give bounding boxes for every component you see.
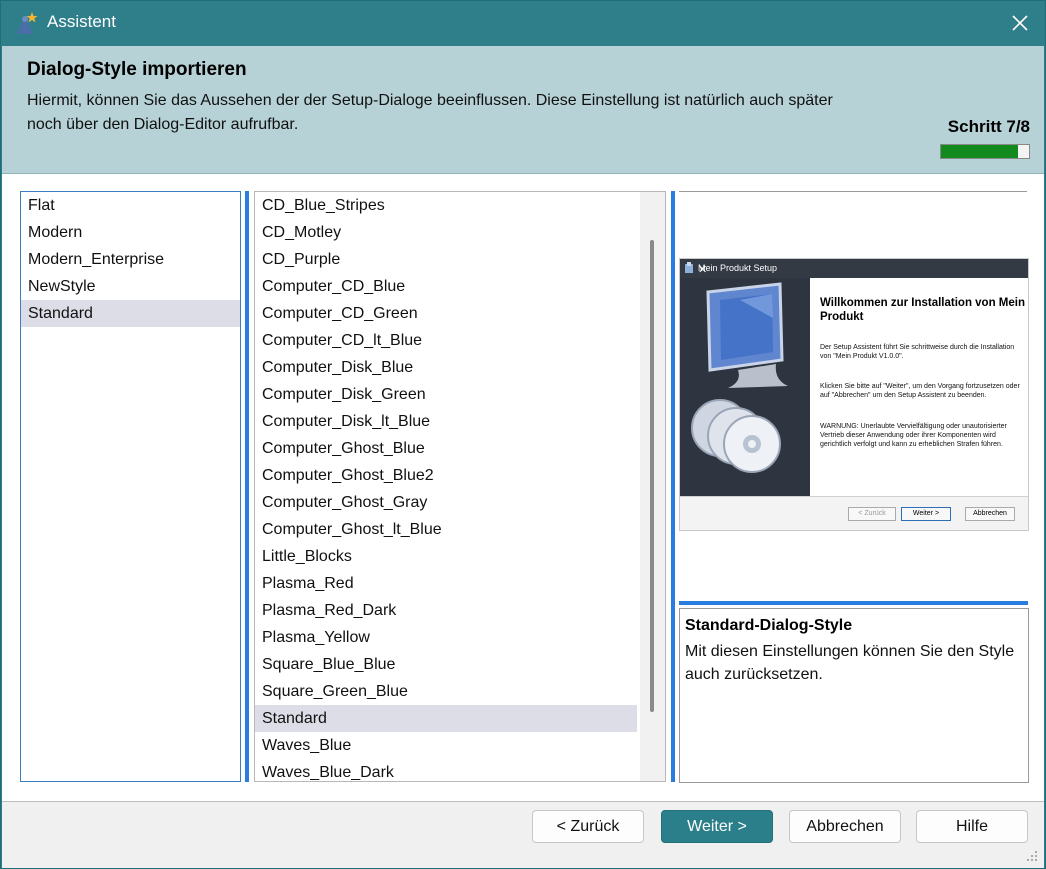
- style-preview: Mein Produkt Setup ✕ Willkommen zur Inst…: [679, 191, 1029, 596]
- cancel-button[interactable]: Abbrechen: [789, 810, 901, 843]
- style-description-box: Standard-Dialog-Style Mit diesen Einstel…: [679, 608, 1029, 783]
- style-list-item[interactable]: Computer_Ghost_Blue2: [255, 462, 637, 489]
- splitter-left[interactable]: [245, 191, 249, 782]
- style-list-item[interactable]: Computer_CD_Blue: [255, 273, 637, 300]
- category-list-item[interactable]: Flat: [21, 192, 240, 219]
- preview-paragraph-1: Der Setup Assistent führt Sie schrittwei…: [820, 344, 1015, 360]
- preview-close-icon: ✕: [698, 264, 708, 276]
- preview-button-bar: < Zurück Weiter > Abbrechen: [680, 496, 1028, 530]
- step-progress-fill: [941, 145, 1018, 158]
- step-progress-bar: [940, 144, 1030, 159]
- preview-heading: Willkommen zur Installation von Mein Pro…: [820, 297, 1026, 323]
- window-title: Assistent: [47, 12, 116, 31]
- style-list-item[interactable]: Computer_Disk_Blue: [255, 354, 637, 381]
- wizard-footer: < Zurück Weiter > Abbrechen Hilfe: [2, 802, 1044, 868]
- help-button[interactable]: Hilfe: [916, 810, 1028, 843]
- style-list-item[interactable]: Computer_CD_lt_Blue: [255, 327, 637, 354]
- style-list-item[interactable]: CD_Motley: [255, 219, 637, 246]
- style-list-item[interactable]: Plasma_Red: [255, 570, 637, 597]
- preview-welcome-panel: Willkommen zur Installation von Mein Pro…: [810, 278, 1028, 496]
- preview-dialog: Mein Produkt Setup ✕ Willkommen zur Inst…: [679, 258, 1029, 531]
- page-description: Hiermit, können Sie das Aussehen der der…: [27, 92, 833, 133]
- style-list-item[interactable]: Computer_Ghost_Gray: [255, 489, 637, 516]
- page-title: Dialog-Style importieren: [27, 59, 247, 80]
- style-list-item[interactable]: Little_Blocks: [255, 543, 637, 570]
- preview-setup-icon: [685, 262, 693, 273]
- wizard-window: Assistent Dialog-Style importieren Hierm…: [0, 0, 1046, 869]
- style-list[interactable]: CD_Blue_Stripes CD_Motley CD_Purple Compute…: [254, 191, 666, 782]
- style-list-item[interactable]: CD_Purple: [255, 246, 637, 273]
- wizard-app-icon: [17, 12, 38, 34]
- style-description-title: Standard-Dialog-Style: [685, 617, 853, 634]
- preview-titlebar: Mein Produkt Setup ✕: [680, 259, 1028, 278]
- category-list-item[interactable]: NewStyle: [21, 273, 240, 300]
- style-list-item[interactable]: Square_Blue_Blue: [255, 651, 637, 678]
- next-button[interactable]: Weiter >: [661, 810, 773, 843]
- wizard-content: Flat Modern Modern_Enterprise NewStyle Stand…: [2, 174, 1044, 802]
- style-list-item[interactable]: Waves_Blue: [255, 732, 637, 759]
- close-button[interactable]: [995, 1, 1045, 45]
- style-list-item[interactable]: Plasma_Yellow: [255, 624, 637, 651]
- style-list-item[interactable]: Computer_Disk_lt_Blue: [255, 408, 637, 435]
- preview-side-graphic: [680, 278, 810, 496]
- style-list-item[interactable]: Computer_Ghost_Blue: [255, 435, 637, 462]
- title-bar: Assistent: [1, 1, 1045, 45]
- style-description-text: Mit diesen Einstellungen können Sie den …: [685, 643, 1015, 683]
- splitter-horizontal[interactable]: [679, 601, 1028, 605]
- style-list-item[interactable]: Plasma_Red_Dark: [255, 597, 637, 624]
- preview-next-button: Weiter >: [901, 507, 951, 521]
- scrollbar-thumb[interactable]: [650, 240, 654, 712]
- wizard-header: Dialog-Style importieren Hiermit, können…: [2, 46, 1044, 174]
- computer-cd-illustration: [691, 282, 788, 473]
- preview-paragraph-3: WARNUNG: Unerlaubte Vervielfältigung ode…: [820, 423, 1007, 448]
- preview-paragraph-2: Klicken Sie bitte auf "Weiter", um den V…: [820, 383, 1020, 399]
- style-list-item[interactable]: Computer_CD_Green: [255, 300, 637, 327]
- category-list-item[interactable]: Modern: [21, 219, 240, 246]
- style-category-list[interactable]: Flat Modern Modern_Enterprise NewStyle Stand…: [20, 191, 241, 782]
- style-list-item[interactable]: Square_Green_Blue: [255, 678, 637, 705]
- close-icon: [1012, 15, 1028, 31]
- style-list-item[interactable]: Computer_Disk_Green: [255, 381, 637, 408]
- splitter-right[interactable]: [671, 191, 675, 782]
- preview-cancel-button: Abbrechen: [965, 507, 1015, 521]
- style-list-item[interactable]: CD_Blue_Stripes: [255, 192, 637, 219]
- category-list-item[interactable]: Standard: [21, 300, 240, 327]
- category-list-item[interactable]: Modern_Enterprise: [21, 246, 240, 273]
- back-button[interactable]: < Zurück: [532, 810, 644, 843]
- style-list-item[interactable]: Computer_Ghost_lt_Blue: [255, 516, 637, 543]
- style-list-item[interactable]: Standard: [255, 705, 637, 732]
- step-indicator: Schritt 7/8: [947, 117, 1030, 136]
- style-list-scrollbar[interactable]: [640, 192, 665, 781]
- preview-back-button: < Zurück: [848, 507, 896, 521]
- resize-grip-icon[interactable]: [1026, 850, 1038, 862]
- style-list-items: CD_Blue_Stripes CD_Motley CD_Purple Compute…: [255, 192, 637, 781]
- style-list-item[interactable]: Waves_Blue_Dark: [255, 759, 637, 781]
